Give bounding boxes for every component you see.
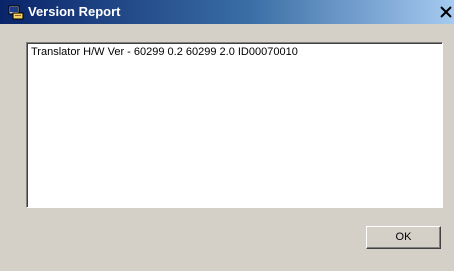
version-report-dialog: Version Report Translator H/W Ver - 6029…: [0, 0, 454, 271]
report-text-area[interactable]: Translator H/W Ver - 60299 0.2 60299 2.0…: [26, 42, 443, 208]
report-line: Translator H/W Ver - 60299 0.2 60299 2.0…: [31, 46, 298, 58]
close-icon: [440, 6, 452, 18]
app-icon: [8, 4, 24, 20]
ok-button[interactable]: OK: [366, 226, 441, 249]
close-button[interactable]: [438, 4, 454, 20]
title-bar[interactable]: Version Report: [0, 0, 454, 24]
window-title: Version Report: [28, 4, 121, 19]
